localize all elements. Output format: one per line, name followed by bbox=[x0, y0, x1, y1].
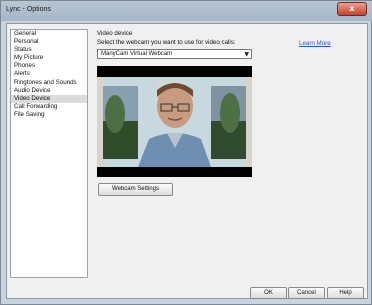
nav-item-call-forwarding[interactable]: Call Forwarding bbox=[11, 103, 87, 111]
webcam-settings-button[interactable]: Webcam Settings bbox=[98, 183, 173, 196]
title-bar[interactable]: Lync - Options x bbox=[1, 1, 372, 21]
options-window: Lync - Options x General Personal Status… bbox=[0, 0, 372, 305]
webcam-preview bbox=[97, 66, 252, 177]
webcam-select[interactable]: ManyCam Virtual Webcam ▼ bbox=[97, 49, 252, 59]
nav-item-alerts[interactable]: Alerts bbox=[11, 70, 87, 78]
close-icon: x bbox=[349, 4, 355, 13]
close-button[interactable]: x bbox=[337, 2, 367, 16]
webcam-prompt: Select the webcam you want to use for vi… bbox=[97, 39, 236, 46]
nav-item-video-device[interactable]: Video Device bbox=[11, 94, 87, 103]
webcam-select-value: ManyCam Virtual Webcam bbox=[101, 51, 173, 57]
ok-button[interactable]: OK bbox=[250, 287, 287, 299]
cancel-button[interactable]: Cancel bbox=[288, 287, 325, 299]
nav-item-my-picture[interactable]: My Picture bbox=[11, 54, 87, 62]
nav-item-file-saving[interactable]: File Saving bbox=[11, 111, 87, 119]
nav-item-status[interactable]: Status bbox=[11, 46, 87, 54]
chevron-down-icon: ▼ bbox=[244, 51, 249, 58]
window-title: Lync - Options bbox=[6, 6, 51, 13]
nav-item-personal[interactable]: Personal bbox=[11, 38, 87, 46]
nav-item-general[interactable]: General bbox=[11, 30, 87, 38]
nav-item-phones[interactable]: Phones bbox=[11, 62, 87, 70]
learn-more-link[interactable]: Learn More bbox=[299, 40, 331, 47]
webcam-preview-image bbox=[97, 66, 252, 177]
help-button[interactable]: Help bbox=[327, 287, 364, 299]
nav-item-audio-device[interactable]: Audio Device bbox=[11, 87, 87, 95]
nav-item-ringtones-and-sounds[interactable]: Ringtones and Sounds bbox=[11, 79, 87, 87]
section-title: Video device bbox=[97, 30, 133, 37]
options-content: General Personal Status My Picture Phone… bbox=[6, 23, 368, 299]
options-nav-list: General Personal Status My Picture Phone… bbox=[10, 29, 88, 278]
